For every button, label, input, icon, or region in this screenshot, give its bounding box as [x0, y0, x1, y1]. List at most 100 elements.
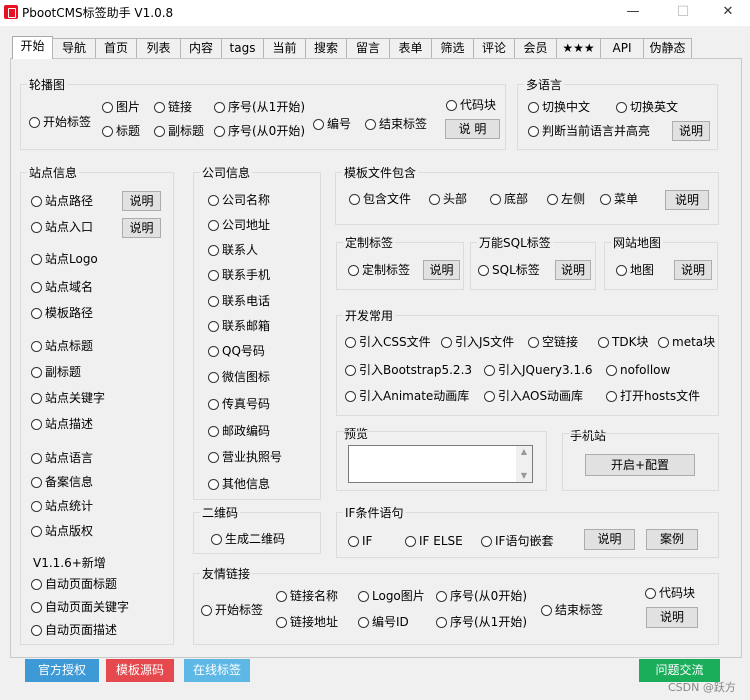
- contact-mobile-radio[interactable]: 联系手机: [208, 268, 270, 282]
- multilang-chinese-radio[interactable]: 切换中文: [528, 100, 590, 114]
- postal-code-radio[interactable]: 邮政编码: [208, 424, 270, 438]
- include-bootstrap-radio[interactable]: 引入Bootstrap5.2.3: [345, 363, 472, 377]
- nofollow-radio[interactable]: nofollow: [606, 363, 670, 377]
- meta-block-radio[interactable]: meta块: [658, 335, 715, 349]
- tab-7[interactable]: 搜索: [305, 38, 347, 58]
- site-description-radio[interactable]: 站点描述: [31, 417, 93, 431]
- site-path-explain-button[interactable]: 说明: [122, 191, 161, 211]
- carousel-title-radio[interactable]: 标题: [102, 124, 140, 138]
- sql-tag-radio[interactable]: SQL标签: [478, 263, 540, 277]
- site-icp-radio[interactable]: 备案信息: [31, 475, 93, 489]
- template-path-radio[interactable]: 模板路径: [31, 306, 93, 320]
- auto-page-title-radio[interactable]: 自动页面标题: [31, 577, 117, 591]
- links-end-tag-radio[interactable]: 结束标签: [541, 603, 603, 617]
- include-aos-radio[interactable]: 引入AOS动画库: [484, 389, 583, 403]
- tab-12[interactable]: 会员: [514, 38, 557, 58]
- include-left-radio[interactable]: 左侧: [547, 192, 585, 206]
- sql-tag-explain-button[interactable]: 说明: [555, 260, 591, 280]
- tab-1[interactable]: 导航: [52, 38, 96, 58]
- carousel-codeblock-radio[interactable]: 代码块: [446, 98, 496, 112]
- site-subtitle-radio[interactable]: 副标题: [31, 365, 81, 379]
- links-name-radio[interactable]: 链接名称: [276, 589, 338, 603]
- tab-3[interactable]: 列表: [136, 38, 181, 58]
- tab-14[interactable]: API: [600, 38, 644, 58]
- site-statistics-radio[interactable]: 站点统计: [31, 499, 93, 513]
- if-example-button[interactable]: 案例: [646, 529, 698, 550]
- tab-0[interactable]: 开始: [12, 36, 53, 59]
- tab-6[interactable]: 当前: [263, 38, 306, 58]
- open-hosts-radio[interactable]: 打开hosts文件: [606, 389, 700, 403]
- if-radio[interactable]: IF: [348, 534, 372, 548]
- tab-10[interactable]: 筛选: [431, 38, 474, 58]
- preview-scrollbar[interactable]: ▲ ▼: [516, 446, 532, 482]
- carousel-explain-button[interactable]: 说 明: [445, 119, 500, 139]
- links-index0-radio[interactable]: 序号(从0开始): [436, 589, 527, 603]
- tab-15[interactable]: 伪静态: [643, 38, 692, 58]
- carousel-number-radio[interactable]: 编号: [313, 117, 351, 131]
- if-else-radio[interactable]: IF ELSE: [405, 534, 463, 548]
- other-info-radio[interactable]: 其他信息: [208, 477, 270, 491]
- company-address-radio[interactable]: 公司地址: [208, 218, 270, 232]
- contact-email-radio[interactable]: 联系邮箱: [208, 319, 270, 333]
- site-copyright-radio[interactable]: 站点版权: [31, 524, 93, 538]
- wechat-icon-radio[interactable]: 微信图标: [208, 370, 270, 384]
- scroll-up-icon[interactable]: ▲: [516, 446, 532, 458]
- fax-number-radio[interactable]: 传真号码: [208, 397, 270, 411]
- carousel-image-radio[interactable]: 图片: [102, 100, 140, 114]
- sitemap-explain-button[interactable]: 说明: [674, 260, 712, 280]
- tab-13[interactable]: ★★★: [556, 38, 601, 58]
- carousel-index0-radio[interactable]: 序号(从0开始): [214, 124, 305, 138]
- links-start-tag-radio[interactable]: 开始标签: [201, 603, 263, 617]
- links-explain-button[interactable]: 说明: [646, 607, 698, 628]
- template-explain-button[interactable]: 说明: [665, 190, 709, 210]
- multilang-highlight-radio[interactable]: 判断当前语言并高亮: [528, 124, 650, 138]
- contact-person-radio[interactable]: 联系人: [208, 243, 258, 257]
- site-path-radio[interactable]: 站点路径: [31, 194, 93, 208]
- links-index1-radio[interactable]: 序号(从1开始): [436, 615, 527, 629]
- include-js-radio[interactable]: 引入JS文件: [441, 335, 514, 349]
- close-button[interactable]: ✕: [705, 2, 750, 22]
- minimize-button[interactable]: —: [610, 2, 656, 22]
- sitemap-radio[interactable]: 地图: [616, 263, 654, 277]
- links-logo-radio[interactable]: Logo图片: [358, 589, 425, 603]
- generate-qrcode-radio[interactable]: 生成二维码: [211, 532, 285, 546]
- links-id-radio[interactable]: 编号ID: [358, 615, 409, 629]
- include-css-radio[interactable]: 引入CSS文件: [345, 335, 431, 349]
- empty-link-radio[interactable]: 空链接: [528, 335, 578, 349]
- site-entry-explain-button[interactable]: 说明: [122, 218, 161, 238]
- include-file-radio[interactable]: 包含文件: [349, 192, 411, 206]
- links-url-radio[interactable]: 链接地址: [276, 615, 338, 629]
- site-entry-radio[interactable]: 站点入口: [31, 220, 93, 234]
- site-keywords-radio[interactable]: 站点关键字: [31, 391, 105, 405]
- include-footer-radio[interactable]: 底部: [490, 192, 528, 206]
- carousel-link-radio[interactable]: 链接: [154, 100, 192, 114]
- carousel-end-tag-radio[interactable]: 结束标签: [365, 117, 427, 131]
- mobile-enable-button[interactable]: 开启+配置: [585, 454, 695, 476]
- carousel-start-tag-radio[interactable]: 开始标签: [29, 115, 91, 129]
- multilang-explain-button[interactable]: 说明: [672, 121, 710, 141]
- carousel-subtitle-radio[interactable]: 副标题: [154, 124, 204, 138]
- template-source-button[interactable]: 模板源码: [106, 659, 174, 682]
- preview-textarea[interactable]: ▲ ▼: [348, 445, 533, 483]
- site-title-radio[interactable]: 站点标题: [31, 339, 93, 353]
- official-license-button[interactable]: 官方授权: [25, 659, 99, 682]
- multilang-english-radio[interactable]: 切换英文: [616, 100, 678, 114]
- contact-phone-radio[interactable]: 联系电话: [208, 294, 270, 308]
- custom-tag-radio[interactable]: 定制标签: [348, 263, 410, 277]
- carousel-index1-radio[interactable]: 序号(从1开始): [214, 100, 305, 114]
- business-license-radio[interactable]: 营业执照号: [208, 450, 282, 464]
- tab-2[interactable]: 首页: [95, 38, 137, 58]
- links-codeblock-radio[interactable]: 代码块: [645, 586, 695, 600]
- tdk-block-radio[interactable]: TDK块: [598, 335, 648, 349]
- if-nested-radio[interactable]: IF语句嵌套: [481, 534, 553, 548]
- auto-page-description-radio[interactable]: 自动页面描述: [31, 623, 117, 637]
- tab-5[interactable]: tags: [221, 38, 264, 58]
- qq-number-radio[interactable]: QQ号码: [208, 344, 265, 358]
- auto-page-keywords-radio[interactable]: 自动页面关键字: [31, 600, 129, 614]
- tab-8[interactable]: 留言: [346, 38, 390, 58]
- include-jquery-radio[interactable]: 引入JQuery3.1.6: [484, 363, 593, 377]
- include-header-radio[interactable]: 头部: [429, 192, 467, 206]
- tab-9[interactable]: 表单: [389, 38, 432, 58]
- custom-tag-explain-button[interactable]: 说明: [423, 260, 460, 280]
- company-name-radio[interactable]: 公司名称: [208, 193, 270, 207]
